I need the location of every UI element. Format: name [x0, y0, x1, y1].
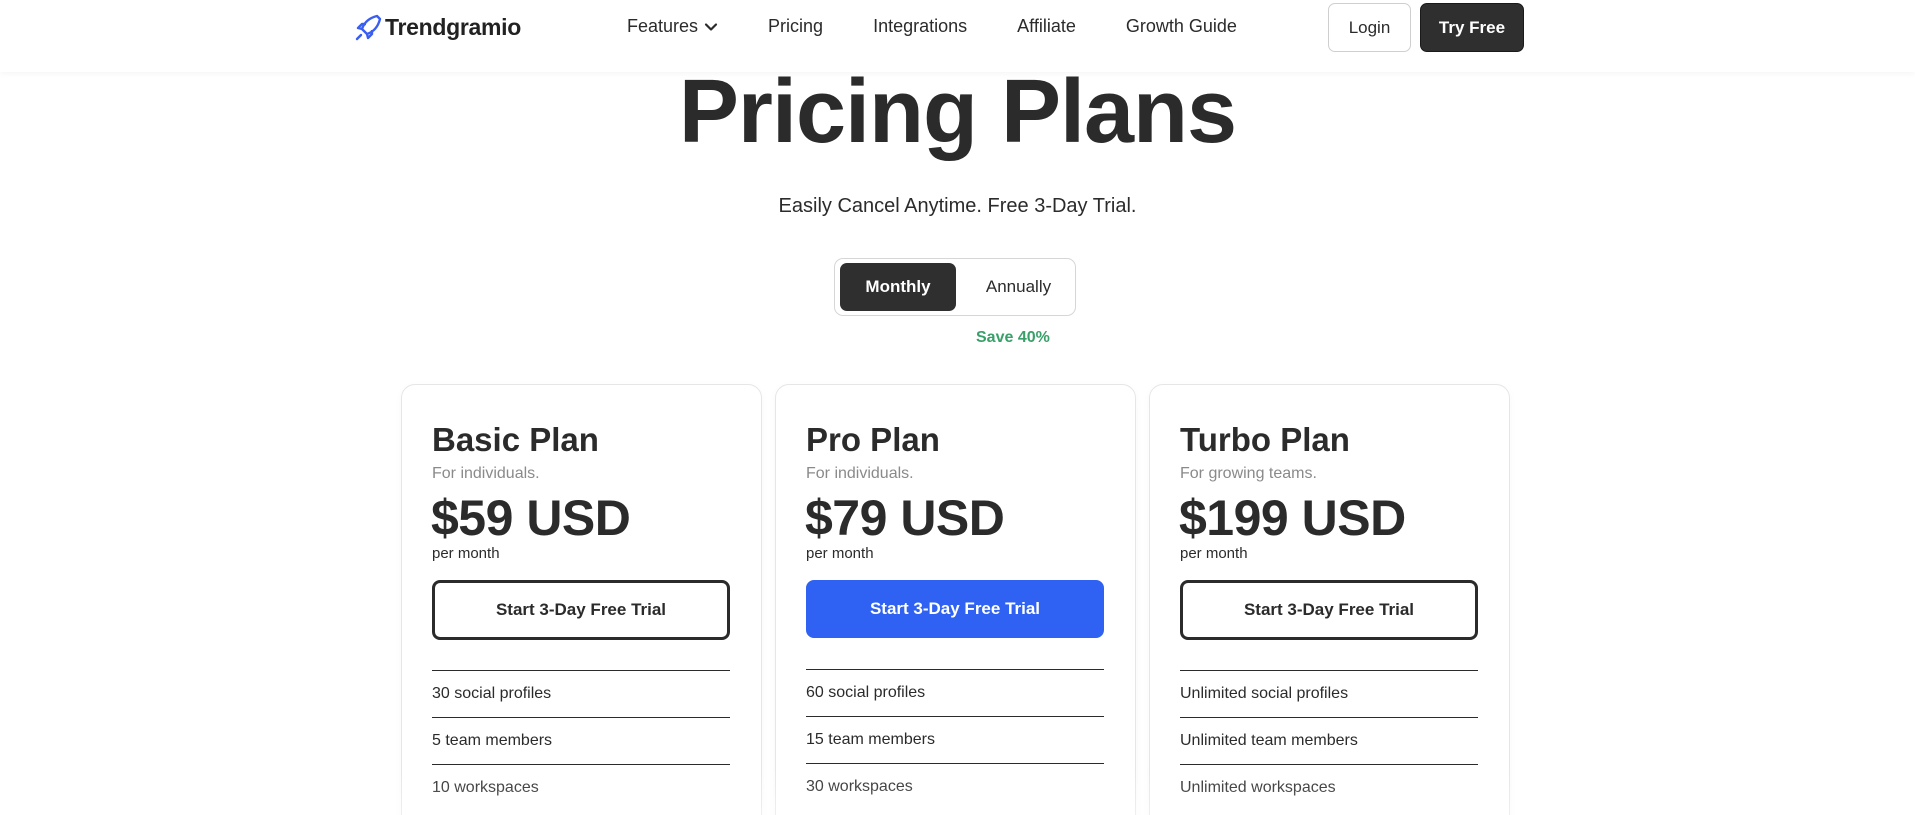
toggle-monthly[interactable]: Monthly [840, 263, 956, 311]
plan-period: per month [432, 545, 500, 562]
nav-item-affiliate[interactable]: Affiliate [1017, 16, 1076, 37]
billing-toggle: Monthly Annually [834, 258, 1076, 316]
plan-description: For individuals. [806, 465, 914, 482]
site-header: Trendgramio Features Pricing Integration… [0, 0, 1915, 72]
rocket-icon [355, 14, 382, 41]
feature-item: 10 workspaces [432, 764, 730, 811]
toggle-annually[interactable]: Annually [966, 263, 1071, 311]
main-nav: Features Pricing Integrations Affiliate … [627, 16, 1237, 37]
page-subtitle: Easily Cancel Anytime. Free 3-Day Trial. [778, 195, 1137, 217]
feature-item: Unlimited social profiles [1180, 670, 1478, 717]
feature-list: 30 social profiles 5 team members 10 wor… [432, 670, 730, 811]
feature-item: 5 team members [432, 717, 730, 764]
feature-item: Unlimited workspaces [1180, 764, 1478, 811]
plan-name: Basic Plan [432, 421, 599, 458]
try-free-button[interactable]: Try Free [1420, 3, 1524, 52]
plan-period: per month [1180, 545, 1248, 562]
plan-description: For growing teams. [1180, 465, 1317, 482]
feature-item: 15 team members [806, 716, 1104, 763]
nav-item-label: Features [627, 16, 699, 36]
feature-list: 60 social profiles 15 team members 30 wo… [806, 669, 1104, 810]
start-trial-button[interactable]: Start 3-Day Free Trial [432, 580, 730, 640]
start-trial-button[interactable]: Start 3-Day Free Trial [1180, 580, 1478, 640]
logo[interactable]: Trendgramio [355, 13, 521, 41]
plan-price: $59 USD [431, 490, 631, 546]
plan-price: $79 USD [805, 490, 1005, 546]
save-badge: Save 40% [976, 329, 1050, 346]
feature-item: 60 social profiles [806, 669, 1104, 716]
feature-list: Unlimited social profiles Unlimited team… [1180, 670, 1478, 811]
nav-item-pricing[interactable]: Pricing [768, 16, 823, 37]
page-title: Pricing Plans [678, 62, 1237, 162]
start-trial-button[interactable]: Start 3-Day Free Trial [806, 580, 1104, 638]
plan-name: Turbo Plan [1180, 421, 1350, 458]
plan-price: $199 USD [1179, 490, 1406, 546]
plan-period: per month [806, 545, 874, 562]
nav-item-integrations[interactable]: Integrations [873, 16, 967, 37]
logo-text: Trendgramio [385, 13, 522, 40]
nav-item-features[interactable]: Features [627, 16, 718, 37]
plan-description: For individuals. [432, 465, 540, 482]
feature-item: 30 social profiles [432, 670, 730, 717]
feature-item: Unlimited team members [1180, 717, 1478, 764]
plan-card-turbo: Turbo Plan For growing teams. $199 USD p… [1149, 384, 1510, 815]
plan-card-basic: Basic Plan For individuals. $59 USD per … [401, 384, 762, 815]
chevron-down-icon [704, 22, 718, 31]
plan-card-pro: Pro Plan For individuals. $79 USD per mo… [775, 384, 1136, 815]
feature-item: 30 workspaces [806, 763, 1104, 810]
plan-name: Pro Plan [806, 421, 940, 458]
nav-item-growth-guide[interactable]: Growth Guide [1126, 16, 1237, 37]
login-button[interactable]: Login [1328, 3, 1411, 52]
